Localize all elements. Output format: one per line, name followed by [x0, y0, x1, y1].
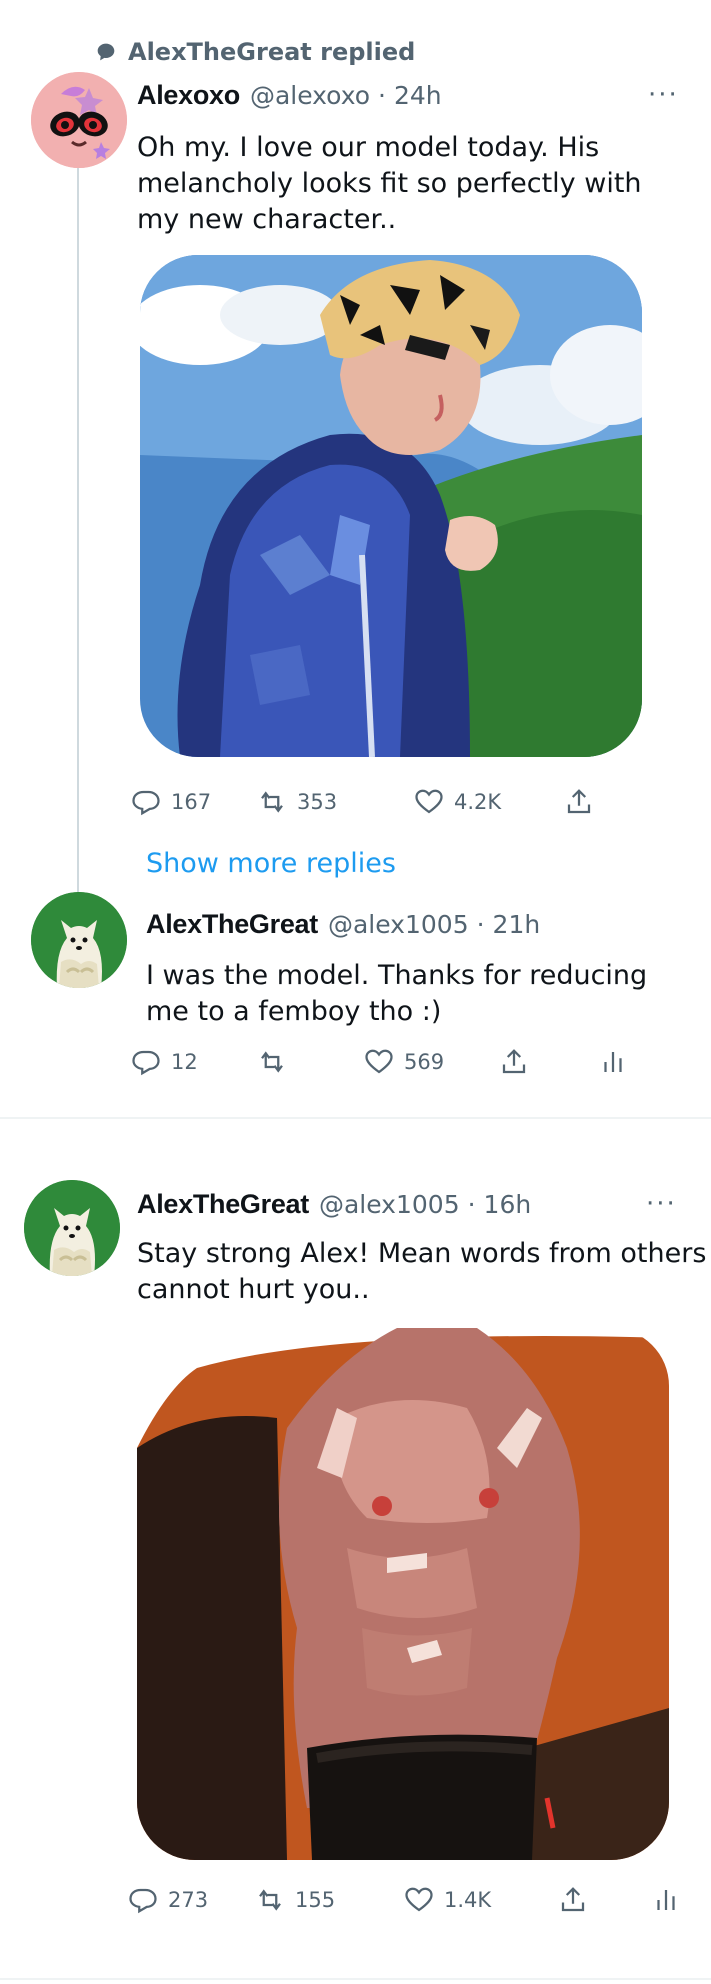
reply-count: 273	[168, 1888, 209, 1912]
analytics-button[interactable]	[651, 1885, 681, 1915]
painting-shirtless-torso	[137, 1328, 669, 1860]
reply-context-text: AlexTheGreat replied	[128, 38, 416, 66]
retweet-count: 155	[295, 1888, 336, 1912]
timestamp[interactable]: 16h	[484, 1190, 532, 1219]
tweet-text-line: cannot hurt you..	[137, 1274, 370, 1305]
reply-count: 167	[171, 790, 212, 814]
separator-dot: ·	[467, 1190, 476, 1219]
reply-icon	[129, 1888, 157, 1914]
tweet-text-line: melancholy looks fit so perfectly with	[137, 168, 642, 199]
tweet-text-line: Oh my. I love our model today. His	[137, 132, 600, 163]
like-count: 569	[404, 1050, 445, 1074]
separator-dot: ·	[476, 910, 485, 939]
handle[interactable]: @alex1005	[328, 910, 469, 939]
retweet-icon	[259, 1889, 281, 1911]
separator-dot: ·	[378, 81, 386, 110]
tweet-text-line: my new character..	[137, 204, 397, 235]
retweet-button[interactable]: 353	[257, 787, 337, 817]
share-button[interactable]	[564, 787, 594, 817]
tweet-header: AlexTheGreat @alex1005 · 21h	[146, 909, 540, 940]
tweet-text: Oh my. I love our model today. His melan…	[137, 130, 697, 238]
reply-count: 12	[171, 1050, 198, 1074]
reply-icon	[132, 790, 160, 816]
like-icon	[365, 1049, 393, 1074]
timeline: AlexTheGreat replied Alexoxo @alexoxo · …	[0, 0, 711, 1984]
retweet-icon	[261, 791, 283, 813]
tweet-text-line: me to a femboy tho :)	[146, 996, 442, 1027]
avatar[interactable]	[31, 892, 127, 988]
reply-icon	[132, 1050, 160, 1076]
analytics-icon	[604, 1052, 622, 1072]
timestamp[interactable]: 24h	[394, 81, 442, 110]
tweet-text-line: Stay strong Alex! Mean words from others	[137, 1238, 707, 1269]
avatar[interactable]	[31, 72, 127, 168]
reply-button[interactable]: 167	[131, 787, 211, 817]
speech-bubble-icon	[97, 43, 115, 61]
show-more-replies-link[interactable]: Show more replies	[146, 848, 396, 879]
like-count: 1.4K	[444, 1888, 492, 1912]
handle[interactable]: @alex1005	[319, 1190, 460, 1219]
tweet-text: I was the model. Thanks for reducing me …	[146, 958, 686, 1030]
share-icon	[567, 789, 591, 814]
share-icon	[561, 1887, 585, 1912]
analytics-button[interactable]	[598, 1047, 628, 1077]
display-name[interactable]: AlexTheGreat	[137, 1189, 309, 1220]
like-icon	[405, 1887, 433, 1912]
avatar[interactable]	[24, 1180, 120, 1276]
painting-hooded-man	[140, 255, 642, 757]
tweet-image[interactable]	[137, 1328, 669, 1860]
share-button[interactable]	[499, 1047, 529, 1077]
share-icon	[502, 1049, 526, 1074]
display-name[interactable]: AlexTheGreat	[146, 909, 318, 940]
reply-context: AlexTheGreat replied	[96, 38, 415, 66]
retweet-button[interactable]	[257, 1047, 287, 1077]
tweet-header: AlexTheGreat @alex1005 · 16h	[137, 1189, 531, 1220]
tweet-divider	[0, 1117, 711, 1119]
like-button[interactable]: 1.4K	[404, 1885, 491, 1915]
dog-avatar-art	[31, 892, 127, 988]
thread-line	[77, 166, 79, 896]
share-button[interactable]	[558, 1885, 588, 1915]
like-count: 4.2K	[454, 790, 502, 814]
avatar-art	[31, 72, 127, 168]
tweet-image[interactable]	[140, 255, 642, 757]
tweet-text-line: I was the model. Thanks for reducing	[146, 960, 648, 991]
tweet-text: Stay strong Alex! Mean words from others…	[137, 1236, 707, 1308]
retweet-button[interactable]: 155	[255, 1885, 335, 1915]
handle[interactable]: @alexoxo	[250, 81, 370, 110]
like-button[interactable]: 569	[364, 1047, 444, 1077]
timestamp[interactable]: 21h	[493, 910, 541, 939]
retweet-count: 353	[297, 790, 338, 814]
tweet-header: Alexoxo @alexoxo · 24h	[137, 80, 442, 111]
retweet-icon	[261, 1051, 283, 1073]
dog-avatar-art	[24, 1180, 120, 1276]
like-button[interactable]: 4.2K	[414, 787, 501, 817]
more-icon[interactable]: ···	[646, 1189, 677, 1219]
tweet-divider	[0, 1978, 711, 1980]
like-icon	[415, 789, 443, 814]
display-name[interactable]: Alexoxo	[137, 80, 240, 111]
more-icon[interactable]: ···	[648, 80, 679, 110]
analytics-icon	[657, 1890, 675, 1910]
reply-button[interactable]: 273	[128, 1885, 208, 1915]
reply-button[interactable]: 12	[131, 1047, 198, 1077]
